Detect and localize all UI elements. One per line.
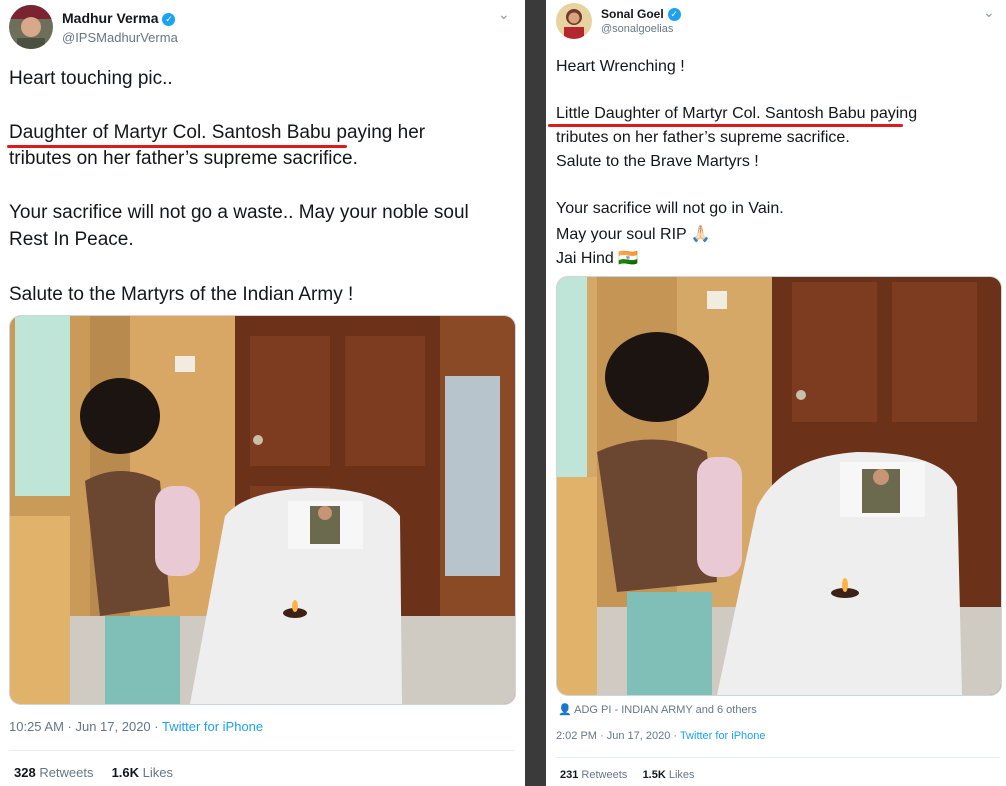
red-underline-annotation xyxy=(548,124,903,127)
tweet-sonal-goel: Sonal Goel ✓ @sonalgoelias ⌄ Heart Wrench… xyxy=(546,0,1006,786)
retweets-stat[interactable]: 328 Retweets xyxy=(14,765,94,780)
source-link[interactable]: Twitter for iPhone xyxy=(162,719,263,734)
author-name[interactable]: Sonal Goel ✓ xyxy=(601,7,681,21)
tweet-line-3: tributes on her father’s supreme sacrifi… xyxy=(9,148,358,169)
tweet-stats: 231 Retweets 1.5K Likes xyxy=(560,769,695,781)
likes-stat[interactable]: 1.5K Likes xyxy=(643,769,695,781)
verified-badge-icon: ✓ xyxy=(667,8,681,21)
likes-stat[interactable]: 1.6K Likes xyxy=(112,765,173,780)
divider-line xyxy=(9,750,514,751)
author-handle[interactable]: @IPSMadhurVerma xyxy=(62,30,178,45)
tweet-madhur-verma: Madhur Verma ✓ @IPSMadhurVerma ⌄ Heart to… xyxy=(0,0,525,786)
chevron-down-icon[interactable]: ⌄ xyxy=(983,4,995,21)
person-icon: 👤 xyxy=(558,704,572,716)
author-name[interactable]: Madhur Verma ✓ xyxy=(62,10,176,26)
avatar-madhur-verma[interactable] xyxy=(9,5,53,49)
tweet-photo[interactable] xyxy=(9,315,516,705)
tweet-line-2: Little Daughter of Martyr Col. Santosh B… xyxy=(556,105,918,122)
tweet-line-7: Jai Hind 🇮🇳 xyxy=(556,250,639,267)
retweets-stat[interactable]: 231 Retweets xyxy=(560,769,627,781)
tweet-line-1: Heart touching pic.. xyxy=(9,68,173,89)
tweet-line-1: Heart Wrenching ! xyxy=(556,58,685,75)
tweet-timestamp[interactable]: 10:25 AM · Jun 17, 2020 · Twitter for iP… xyxy=(9,719,263,734)
tweet-photo[interactable] xyxy=(556,276,1002,696)
tweet-timestamp[interactable]: 2:02 PM · Jun 17, 2020 · Twitter for iPh… xyxy=(556,730,766,742)
tagged-users[interactable]: 👤 ADG PI - INDIAN ARMY and 6 others xyxy=(558,703,757,716)
tweet-line-5: Your sacrifice will not go in Vain. xyxy=(556,200,784,217)
chevron-down-icon[interactable]: ⌄ xyxy=(498,6,510,23)
tweet-line-4: Salute to the Brave Martyrs ! xyxy=(556,153,759,170)
source-link[interactable]: Twitter for iPhone xyxy=(680,730,766,742)
tweet-stats: 328 Retweets 1.6K Likes xyxy=(14,765,173,780)
author-handle[interactable]: @sonalgoelias xyxy=(601,23,673,35)
avatar-sonal-goel[interactable] xyxy=(556,3,592,39)
tweet-line-4: Your sacrifice will not go a waste.. May… xyxy=(9,202,469,223)
tweet-line-5: Rest In Peace. xyxy=(9,229,134,250)
tweet-line-6: Salute to the Martyrs of the Indian Army… xyxy=(9,284,354,305)
tweet-line-6: May your soul RIP 🙏🏻 xyxy=(556,226,711,243)
tweet-line-3: tributes on her father’s supreme sacrifi… xyxy=(556,129,850,146)
tweet-line-2: Daughter of Martyr Col. Santosh Babu pay… xyxy=(9,122,426,143)
divider-line xyxy=(556,757,1000,758)
panel-divider xyxy=(525,0,546,786)
verified-badge-icon: ✓ xyxy=(162,13,176,26)
